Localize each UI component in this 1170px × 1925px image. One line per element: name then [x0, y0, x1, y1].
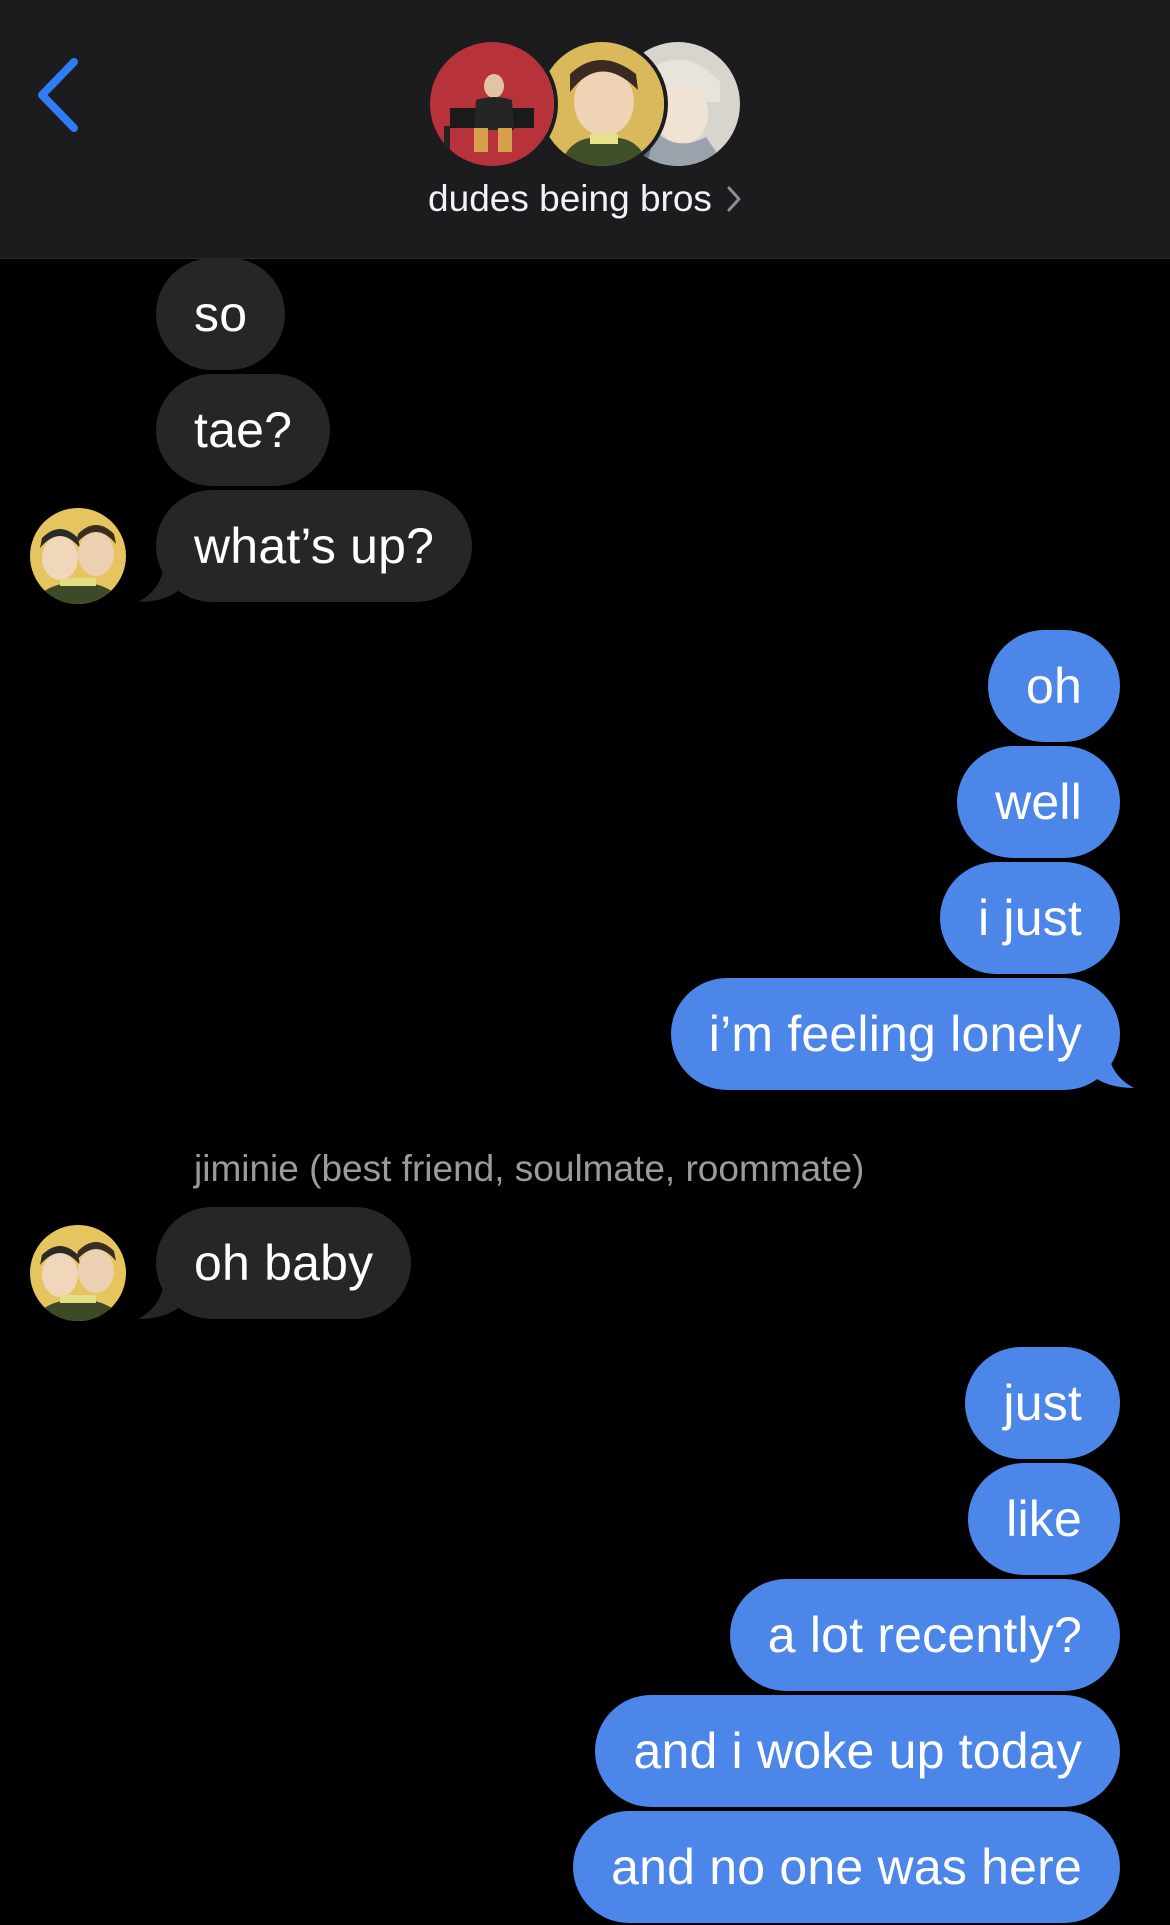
- message-bubble-outgoing[interactable]: and i woke up today: [595, 1695, 1120, 1807]
- message-bubble-incoming[interactable]: so: [156, 258, 286, 370]
- message-bubble-outgoing[interactable]: i’m feeling lonely: [670, 978, 1120, 1090]
- message-bubble-outgoing[interactable]: oh: [987, 630, 1120, 742]
- contact-avatar[interactable]: [30, 1225, 126, 1321]
- conversation-header: dudes being bros: [0, 0, 1170, 259]
- message-bubble-incoming[interactable]: oh baby: [156, 1207, 412, 1319]
- message-bubble-outgoing[interactable]: just: [965, 1347, 1120, 1459]
- group-name: dudes being bros: [428, 178, 712, 219]
- message-bubble-incoming[interactable]: tae?: [156, 374, 331, 486]
- member-avatar-2: [540, 42, 664, 166]
- message-bubble-outgoing[interactable]: i just: [939, 862, 1120, 974]
- bubble-tail-incoming: [138, 1277, 182, 1319]
- chevron-right-icon: [726, 180, 742, 222]
- sender-name: jiminie (best friend, soulmate, roommate…: [194, 1148, 865, 1189]
- contact-avatar[interactable]: [30, 508, 126, 604]
- message-bubble-outgoing[interactable]: like: [968, 1463, 1120, 1575]
- group-avatars[interactable]: [430, 42, 740, 167]
- chevron-left-icon: [38, 58, 78, 132]
- message-bubble-outgoing[interactable]: and no one was here: [573, 1811, 1120, 1923]
- group-name-button[interactable]: dudes being bros: [0, 178, 1170, 222]
- message-bubble-incoming[interactable]: what’s up?: [156, 490, 473, 602]
- message-bubble-outgoing[interactable]: a lot recently?: [729, 1579, 1120, 1691]
- message-bubble-outgoing[interactable]: well: [957, 746, 1120, 858]
- member-avatar-1: [430, 42, 554, 166]
- back-button[interactable]: [30, 50, 100, 140]
- bubble-tail-outgoing: [1090, 1046, 1134, 1088]
- bubble-tail-incoming: [138, 560, 182, 602]
